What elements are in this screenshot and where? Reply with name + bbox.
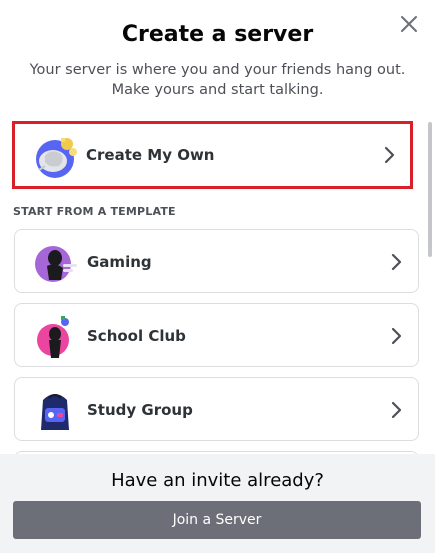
school-club-illustration-icon [37,316,69,358]
create-server-modal: Create a server Your server is where you… [0,0,435,553]
chevron-right-icon [391,327,402,345]
template-section-heading: START FROM A TEMPLATE [13,205,176,218]
invite-prompt: Have an invite already? [111,470,324,491]
template-option-school-club[interactable]: School Club [14,303,419,367]
study-group-label: Study Group [87,401,193,419]
modal-title: Create a server [121,22,314,47]
create-my-own-option[interactable]: Create My Own [12,121,413,189]
chevron-right-icon [391,401,402,419]
template-option-study-group[interactable]: Study Group [14,377,419,441]
study-group-illustration-icon [41,394,69,430]
school-club-label: School Club [87,327,186,345]
create-my-own-label: Create My Own [86,146,215,164]
join-server-button[interactable]: Join a Server [13,501,421,539]
modal-subtitle: Your server is where you and your friend… [29,62,406,98]
create-own-illustration-icon [36,138,77,178]
chevron-right-icon [384,146,395,164]
template-option-gaming[interactable]: Gaming [14,229,419,293]
gaming-label: Gaming [87,253,152,271]
scrollbar-thumb[interactable] [428,122,432,257]
gaming-illustration-icon [35,246,77,282]
chevron-right-icon [391,253,402,271]
